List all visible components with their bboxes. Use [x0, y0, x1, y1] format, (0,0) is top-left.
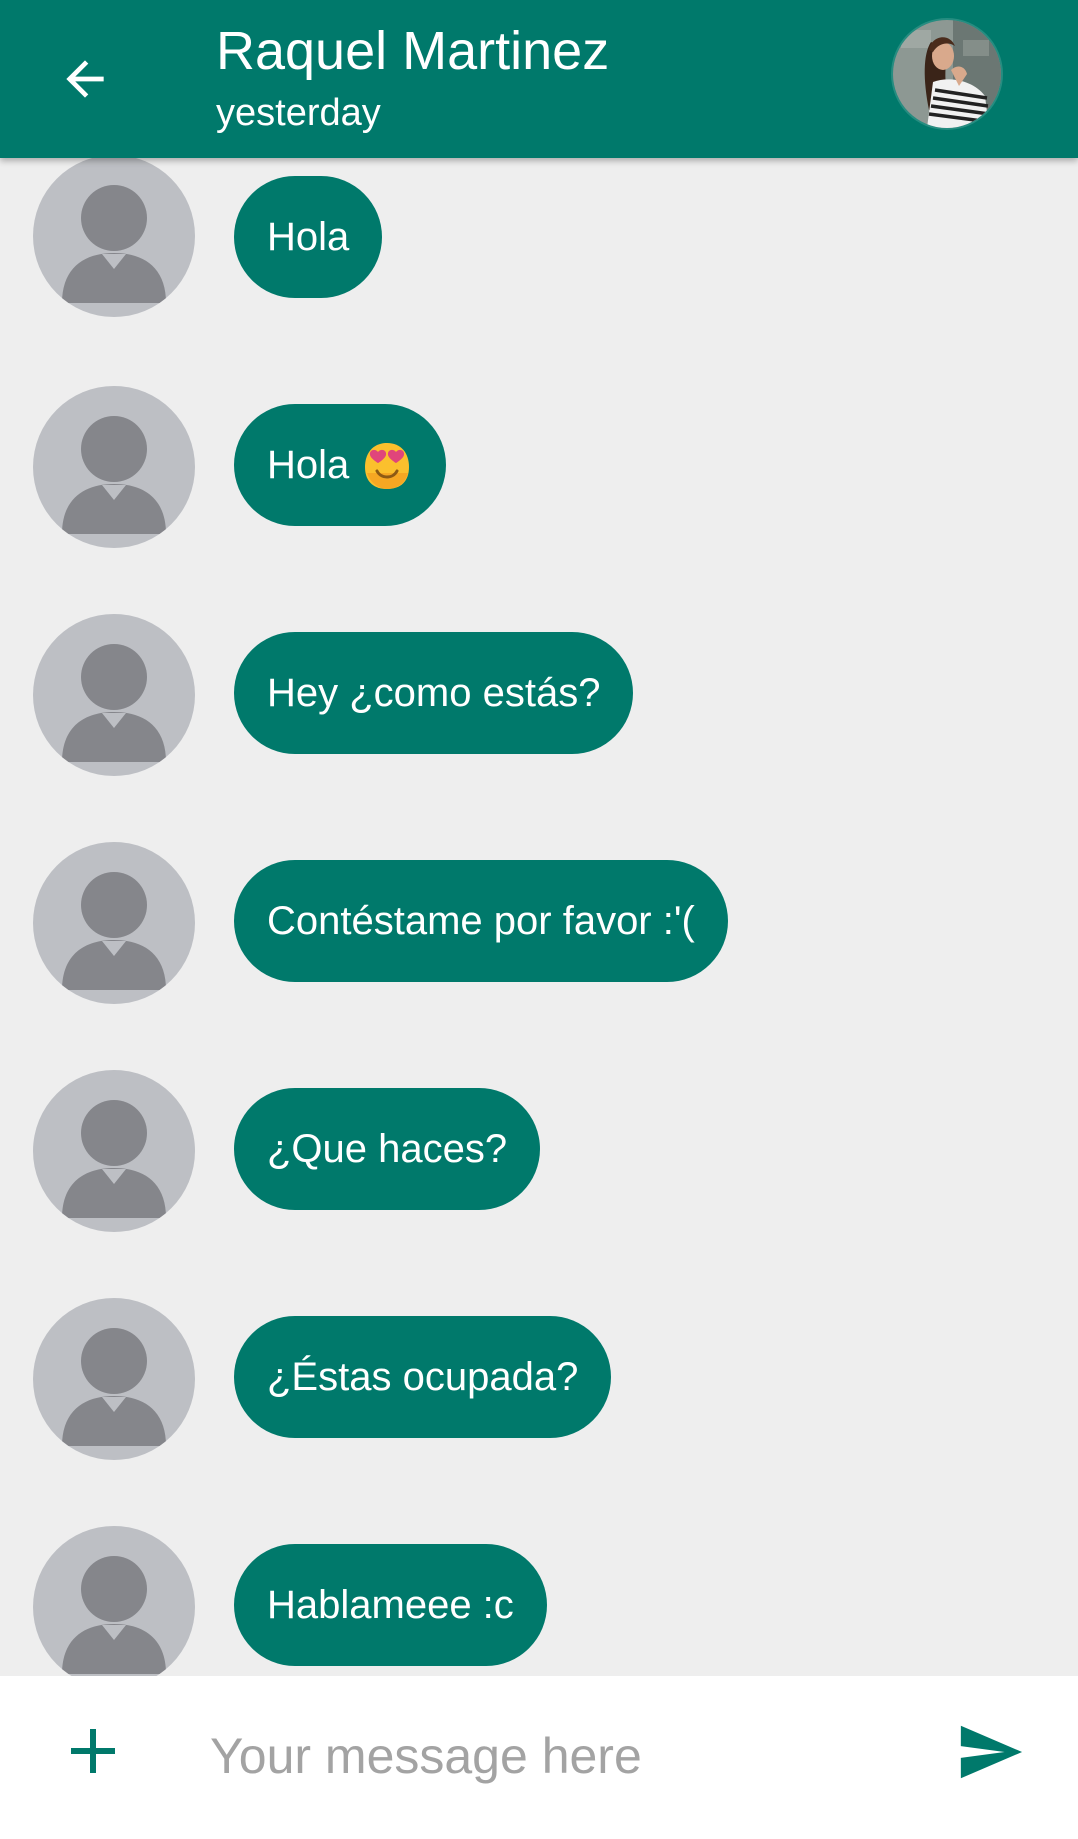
default-avatar-icon [62, 1556, 166, 1674]
sender-avatar[interactable] [33, 1298, 195, 1460]
message-composer [0, 1676, 1078, 1839]
default-avatar-icon [62, 1100, 166, 1218]
send-icon [960, 1725, 1023, 1779]
message-row: Hola [0, 158, 1078, 328]
contact-photo [893, 20, 1001, 128]
arrow-back-icon [66, 60, 104, 98]
message-row: ¿Que haces? [0, 1070, 1078, 1240]
app-bar: Raquel Martinez yesterday [0, 0, 1078, 158]
contact-name: Raquel Martinez [216, 21, 610, 81]
message-text: Hablameee :c [267, 1583, 514, 1627]
message-bubble[interactable]: ¿Que haces? [234, 1088, 541, 1210]
default-avatar-icon [62, 1328, 166, 1446]
sender-avatar[interactable] [33, 842, 195, 1004]
message-row: Hola [0, 386, 1078, 556]
message-bubble[interactable]: Hey ¿como estás? [234, 632, 634, 754]
message-text: Hola [267, 443, 350, 487]
default-avatar-icon [62, 644, 166, 762]
contact-avatar[interactable] [893, 20, 1001, 128]
sender-avatar[interactable] [33, 1526, 195, 1676]
message-row: Hey ¿como estás? [0, 614, 1078, 784]
sender-avatar[interactable] [33, 158, 195, 317]
default-avatar-icon [62, 416, 166, 534]
chat-screen: Raquel Martinez yesterday Hola Hola Hey … [0, 0, 1078, 1839]
send-button[interactable] [950, 1712, 1030, 1792]
sender-avatar[interactable] [33, 386, 195, 548]
last-seen-status: yesterday [216, 92, 381, 134]
message-text: Hey ¿como estás? [267, 671, 601, 715]
add-attachment-button[interactable] [58, 1716, 128, 1786]
message-row: ¿Éstas ocupada? [0, 1298, 1078, 1468]
default-avatar-icon [62, 872, 166, 990]
message-text: Hola [267, 215, 350, 259]
message-list[interactable]: Hola Hola Hey ¿como estás? Contéstame po… [0, 158, 1078, 1676]
message-input[interactable] [210, 1708, 890, 1804]
message-bubble[interactable]: ¿Éstas ocupada? [234, 1316, 612, 1438]
sender-avatar[interactable] [33, 1070, 195, 1232]
message-bubble[interactable]: Hablameee :c [234, 1544, 547, 1666]
message-bubble[interactable]: Contéstame por favor :'( [234, 860, 728, 982]
message-bubble[interactable]: Hola [234, 404, 447, 526]
message-text: Contéstame por favor :'( [267, 899, 695, 943]
default-avatar-icon [62, 185, 166, 303]
smiling-face-with-heart-eyes-emoji [365, 443, 410, 489]
plus-icon [71, 1729, 115, 1773]
message-text: ¿Que haces? [267, 1127, 508, 1171]
back-button[interactable] [42, 36, 128, 122]
message-text: ¿Éstas ocupada? [267, 1355, 579, 1399]
message-row: Contéstame por favor :'( [0, 842, 1078, 1012]
message-bubble[interactable]: Hola [234, 176, 383, 298]
message-row: Hablameee :c [0, 1526, 1078, 1676]
sender-avatar[interactable] [33, 614, 195, 776]
